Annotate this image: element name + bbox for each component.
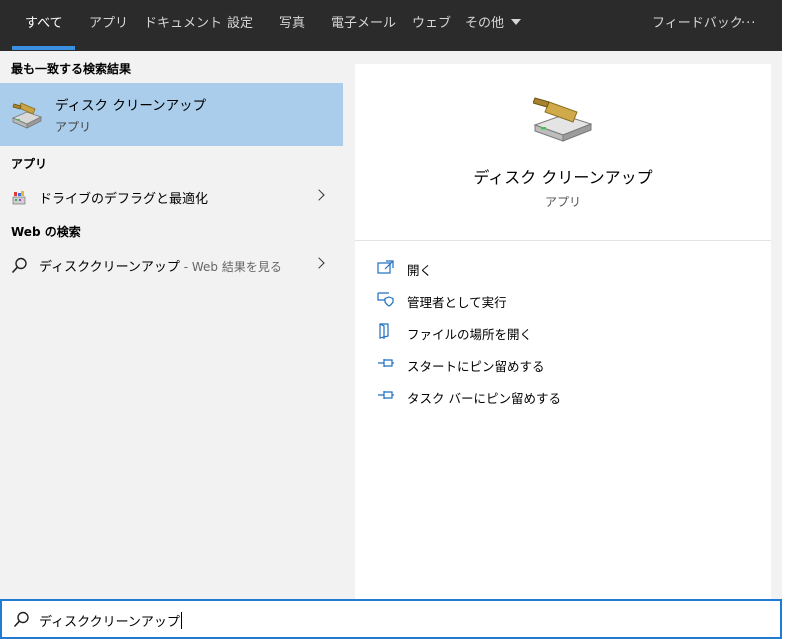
results-list: 最も一致する検索結果 ディスク クリーンアップ アプリ アプリ ドライブのデフラ… bbox=[0, 51, 343, 599]
defrag-icon bbox=[12, 191, 26, 205]
web-search-query: ディスククリーンアップ bbox=[39, 260, 180, 275]
disk-cleanup-icon bbox=[11, 102, 43, 129]
tab-more[interactable]: その他 bbox=[465, 0, 522, 51]
tab-documents[interactable]: ドキュメント bbox=[144, 0, 222, 51]
best-match-name: ディスク クリーンアップ bbox=[55, 98, 207, 114]
tab-all[interactable]: すべて bbox=[25, 0, 63, 51]
action-label: ファイルの場所を開く bbox=[407, 327, 533, 342]
best-match-type: アプリ bbox=[55, 120, 92, 134]
best-match-heading: 最も一致する検索結果 bbox=[11, 62, 132, 76]
text-cursor bbox=[180, 612, 182, 629]
tab-email[interactable]: 電子メール bbox=[331, 0, 396, 51]
detail-app-name: ディスク クリーンアップ bbox=[473, 168, 653, 187]
action-pin-to-start[interactable]: スタートにピン留めする bbox=[375, 352, 755, 378]
search-value: ディスククリーンアップ bbox=[39, 615, 180, 630]
tab-apps[interactable]: アプリ bbox=[89, 0, 128, 51]
more-options-button[interactable]: ··· bbox=[741, 0, 756, 51]
feedback-button[interactable]: フィードバック bbox=[652, 0, 743, 51]
tab-web[interactable]: ウェブ bbox=[412, 0, 451, 51]
tab-more-label: その他 bbox=[465, 16, 505, 31]
filter-tab-bar: すべて アプリ ドキュメント 設定 写真 電子メール ウェブ その他 フィードバ… bbox=[0, 0, 782, 51]
search-icon bbox=[13, 611, 29, 628]
list-item-web-search[interactable]: ディスククリーンアップ - Web 結果を見る bbox=[0, 248, 343, 282]
tab-photos[interactable]: 写真 bbox=[279, 0, 305, 51]
action-pin-to-taskbar[interactable]: タスク バーにピン留めする bbox=[375, 384, 755, 410]
preview-pane: ディスク クリーンアップ アプリ 開く 管理者として実行 ファイルの場所を開く bbox=[355, 64, 771, 599]
chevron-down-icon bbox=[511, 19, 522, 25]
run-as-admin-icon bbox=[377, 292, 394, 307]
file-location-icon bbox=[379, 323, 389, 339]
open-icon bbox=[377, 260, 394, 274]
search-icon bbox=[11, 257, 27, 274]
action-label: 管理者として実行 bbox=[407, 295, 507, 310]
pin-icon bbox=[378, 359, 394, 367]
list-item-defrag[interactable]: ドライブのデフラグと最適化 bbox=[0, 180, 343, 214]
action-label: タスク バーにピン留めする bbox=[407, 391, 561, 406]
search-input[interactable]: ディスククリーンアップ bbox=[0, 599, 782, 639]
action-label: スタートにピン留めする bbox=[407, 359, 545, 374]
search-query: ディスククリーンアップ bbox=[39, 611, 182, 630]
best-match-item[interactable]: ディスク クリーンアップ アプリ bbox=[0, 83, 343, 146]
detail-app-type: アプリ bbox=[544, 195, 581, 209]
chevron-right-icon[interactable] bbox=[313, 257, 325, 269]
web-search-heading: Web の検索 bbox=[11, 225, 81, 239]
action-run-as-admin[interactable]: 管理者として実行 bbox=[375, 288, 755, 314]
list-item-label: ドライブのデフラグと最適化 bbox=[39, 192, 209, 207]
action-open[interactable]: 開く bbox=[375, 256, 755, 282]
pin-icon bbox=[378, 391, 394, 399]
action-label: 開く bbox=[407, 263, 433, 278]
tab-settings[interactable]: 設定 bbox=[227, 0, 253, 51]
divider bbox=[355, 240, 771, 241]
action-open-file-location[interactable]: ファイルの場所を開く bbox=[375, 320, 755, 346]
active-tab-indicator bbox=[12, 46, 75, 50]
disk-cleanup-icon bbox=[533, 97, 593, 142]
web-search-suffix: - Web 結果を見る bbox=[179, 260, 282, 274]
apps-heading: アプリ bbox=[11, 157, 48, 171]
search-window: すべて アプリ ドキュメント 設定 写真 電子メール ウェブ その他 フィードバ… bbox=[0, 0, 782, 639]
chevron-right-icon[interactable] bbox=[313, 189, 325, 201]
web-search-label: ディスククリーンアップ - Web 結果を見る bbox=[39, 256, 282, 275]
